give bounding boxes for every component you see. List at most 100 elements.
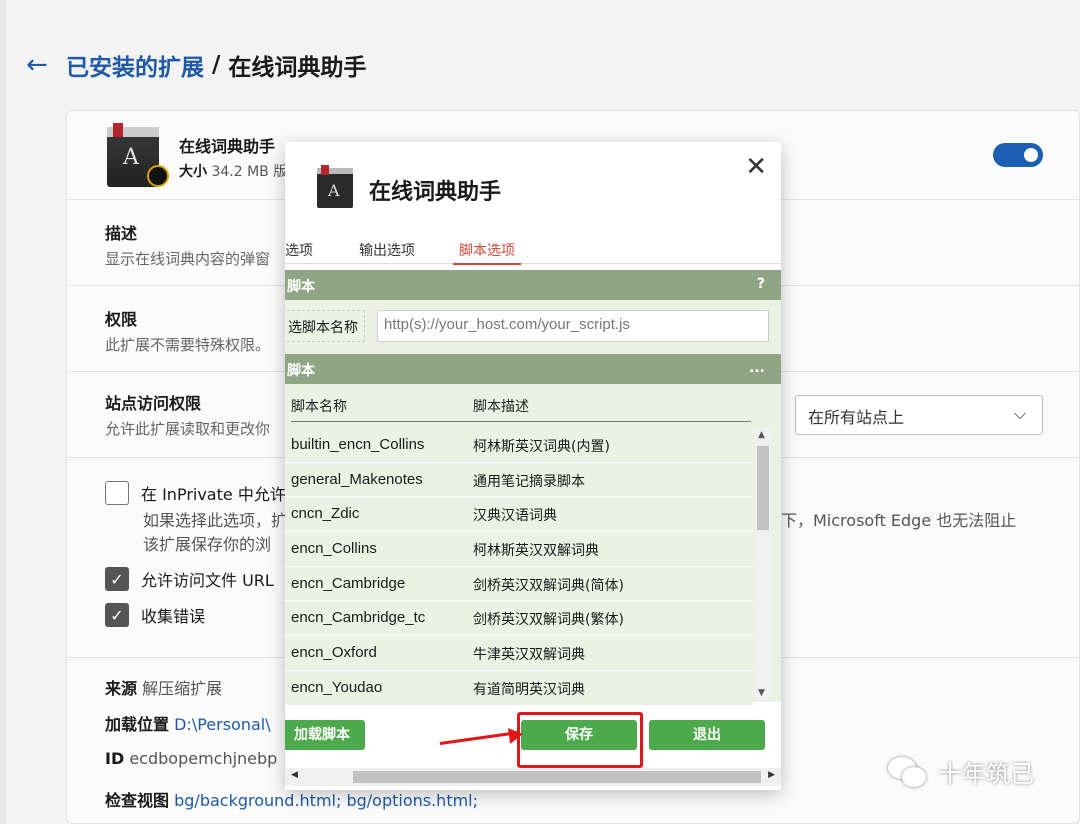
script-desc: 剑桥英汉双解词典(简体) [473,577,624,594]
script-desc: 有道简明英汉词典 [473,681,585,698]
load-script-button[interactable]: 加载脚本 [285,720,365,750]
help-icon[interactable]: ? [757,276,765,292]
breadcrumb-installed-extensions[interactable]: 已安装的扩展 [66,48,204,82]
highlight-box [517,712,643,768]
inprivate-desc-line1: 如果选择此选项，扩 [143,511,288,530]
script-name: encn_Youdao [291,678,383,696]
script-url-input[interactable]: http(s)://your_host.com/your_script.js [377,310,769,342]
collect-errors-label: 收集错误 [141,607,206,626]
dialog-title: 在线词典助手 [369,180,502,205]
script-name: encn_Collins [291,540,377,558]
size-value: 34.2 MB [211,164,269,180]
script-name: general_Makenotes [291,470,423,488]
inspect-views-links[interactable]: bg/background.html; bg/options.html; [174,791,478,810]
inprivate-desc-right: 下，Microsoft Edge 也无法阻止 [781,511,1017,530]
window-edge [0,0,6,824]
table-row[interactable]: encn_Cambridge 剑桥英汉双解词典(简体) [285,566,753,602]
tab-options[interactable]: 选项 [285,240,313,260]
script-table-body: builtin_encn_Collins 柯林斯英汉词典(内置) general… [285,428,753,706]
script-desc: 汉典汉语词典 [473,508,557,525]
site-access-select-value: 在所有站点上 [808,408,905,427]
description-title: 描述 [105,224,138,243]
scroll-up-icon[interactable]: ▲ [758,430,765,440]
watermark: 十年筑己 [888,754,1034,789]
table-row[interactable]: encn_Oxford 牛津英汉双解词典 [285,636,753,671]
table-row[interactable]: general_Makenotes 通用笔记摘录脚本 [285,462,753,498]
site-access-text: 允许此扩展读取和更改你 [105,420,271,438]
source-value: 解压缩扩展 [142,679,223,698]
load-location-link[interactable]: D:\Personal\ [174,715,271,734]
script-url-panel: 选脚本名称 http(s)://your_host.com/your_scrip… [285,300,781,354]
dialog-horizontal-scrollbar[interactable]: ◀ ▶ [285,768,781,786]
column-script-name: 脚本名称 [291,399,347,415]
wechat-icon [888,755,928,789]
collect-errors-option[interactable]: ✓ 收集错误 [105,603,205,627]
back-arrow-icon[interactable]: ← [26,50,66,80]
table-row[interactable]: encn_Youdao 有道简明英汉词典 [285,670,753,706]
more-icon[interactable]: ... [749,360,765,376]
dictionary-book-icon: A [107,123,169,187]
file-url-checkbox[interactable]: ✓ [105,567,129,591]
site-access-title: 站点访问权限 [105,394,202,413]
script-name: cncn_Zdic [291,505,360,523]
file-url-label: 允许访问文件 URL [141,571,274,590]
scroll-right-icon[interactable]: ▶ [768,770,775,780]
script-name: encn_Cambridge_tc [291,609,426,627]
script-panel-header: 脚本 ? [285,270,781,300]
site-access-select[interactable]: 在所有站点上 ⌵ [795,395,1043,435]
dialog-tabs: 选项 输出选项 脚本选项 [285,238,781,265]
extension-name: 在线词典助手 [179,137,276,156]
page-header: ← 已安装的扩展 / 在线词典助手 [26,48,366,82]
tab-script-options[interactable]: 脚本选项 [453,240,521,265]
extension-enable-toggle[interactable] [993,143,1043,167]
dictionary-book-icon: A [317,165,353,208]
inprivate-option[interactable]: 在 InPrivate 中允许 [105,481,286,505]
permissions-text: 此扩展不需要特殊权限。 [105,336,271,354]
table-row[interactable]: encn_Cambridge_tc 剑桥英汉双解词典(繁体) [285,601,753,637]
file-url-option[interactable]: ✓ 允许访问文件 URL [105,567,274,591]
inprivate-label: 在 InPrivate 中允许 [141,485,286,504]
inprivate-desc-line2: 该扩展保存你的浏 [143,535,272,554]
id-value: ecdbopemchjnebp [129,749,278,768]
scroll-thumb[interactable] [757,446,769,530]
close-icon[interactable]: ✕ [745,152,767,182]
watermark-text: 十年筑己 [938,760,1034,788]
table-row[interactable]: cncn_Zdic 汉典汉语词典 [285,497,753,533]
script-name: builtin_encn_Collins [291,436,425,453]
source-row: 来源 解压缩扩展 [105,675,222,699]
breadcrumb-separator: / [212,52,221,78]
script-name: encn_Cambridge [291,574,406,592]
script-name-label: 选脚本名称 [285,310,365,342]
exit-button[interactable]: 退出 [649,720,765,750]
description-text: 显示在线词典内容的弹窗 [105,250,271,268]
annotation-arrow-head [507,726,525,744]
script-list-scrollbar[interactable]: ▲ ▼ [755,428,771,700]
inspect-views-label: 检查视图 [105,791,170,810]
script-desc: 通用笔记摘录脚本 [473,473,585,490]
permissions-title: 权限 [105,310,138,329]
table-row[interactable]: encn_Collins 柯林斯英汉双解词典 [285,532,753,567]
tab-output-options[interactable]: 输出选项 [359,240,415,260]
options-dialog: ✕ A 在线词典助手 选项 输出选项 脚本选项 脚本 ? 选脚本名称 http(… [285,142,781,790]
script-table-header: 脚本名称 脚本描述 [291,396,751,422]
script-desc: 柯林斯英汉词典(内置) [473,439,610,455]
size-label: 大小 [179,164,207,180]
column-script-desc: 脚本描述 [473,399,529,415]
load-location-label: 加载位置 [105,715,170,734]
script-name: encn_Oxford [291,644,377,662]
inprivate-checkbox[interactable] [105,481,129,505]
collect-errors-checkbox[interactable]: ✓ [105,603,129,627]
inspect-views-row: 检查视图 bg/background.html; bg/options.html… [105,787,478,811]
load-location-row: 加载位置 D:\Personal\ [105,711,271,735]
annotation-arrow [439,730,520,745]
id-label: ID [105,749,125,768]
scroll-down-icon[interactable]: ▼ [758,688,765,698]
table-row[interactable]: builtin_encn_Collins 柯林斯英汉词典(内置) [285,428,753,463]
source-label: 来源 [105,679,138,698]
script-desc: 牛津英汉双解词典 [473,647,585,664]
id-row: ID ecdbopemchjnebp [105,749,277,768]
hscroll-thumb[interactable] [353,771,761,783]
page-title: 在线词典助手 [228,55,367,81]
script-desc: 柯林斯英汉双解词典 [473,543,599,560]
scroll-left-icon[interactable]: ◀ [291,770,298,780]
